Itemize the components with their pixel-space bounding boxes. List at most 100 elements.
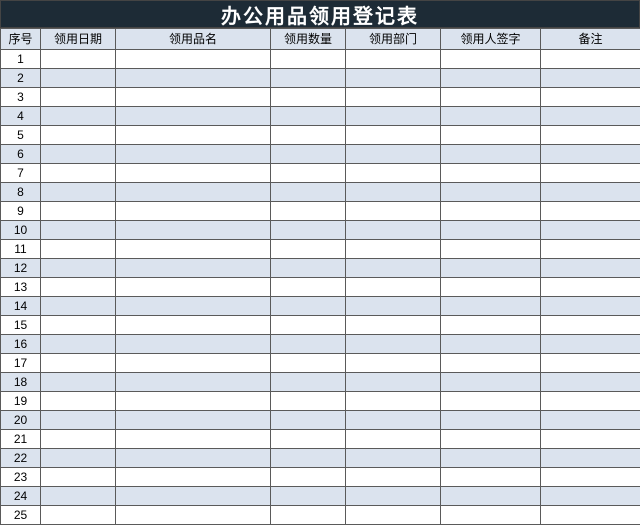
cell-note — [541, 449, 640, 468]
cell-seq: 22 — [1, 449, 41, 468]
cell-name — [116, 468, 271, 487]
cell-name — [116, 506, 271, 525]
table-row: 2 — [1, 69, 640, 88]
cell-sign — [441, 50, 541, 69]
cell-sign — [441, 126, 541, 145]
cell-date — [41, 240, 116, 259]
cell-qty — [271, 221, 346, 240]
cell-dept — [346, 202, 441, 221]
registration-table: 序号 领用日期 领用品名 领用数量 领用部门 领用人签字 备注 12345678… — [0, 28, 640, 525]
cell-qty — [271, 411, 346, 430]
cell-note — [541, 183, 640, 202]
cell-seq: 18 — [1, 373, 41, 392]
cell-seq: 17 — [1, 354, 41, 373]
title-bar: 办公用品领用登记表 — [0, 0, 640, 28]
cell-qty — [271, 316, 346, 335]
cell-dept — [346, 145, 441, 164]
cell-note — [541, 297, 640, 316]
cell-dept — [346, 240, 441, 259]
cell-date — [41, 126, 116, 145]
cell-name — [116, 145, 271, 164]
cell-qty — [271, 297, 346, 316]
cell-date — [41, 183, 116, 202]
cell-date — [41, 259, 116, 278]
cell-sign — [441, 183, 541, 202]
cell-name — [116, 487, 271, 506]
cell-seq: 6 — [1, 145, 41, 164]
cell-qty — [271, 126, 346, 145]
cell-date — [41, 487, 116, 506]
cell-sign — [441, 411, 541, 430]
cell-name — [116, 50, 271, 69]
cell-qty — [271, 240, 346, 259]
cell-date — [41, 50, 116, 69]
table-row: 14 — [1, 297, 640, 316]
cell-note — [541, 240, 640, 259]
cell-name — [116, 392, 271, 411]
cell-seq: 14 — [1, 297, 41, 316]
cell-sign — [441, 373, 541, 392]
table-row: 24 — [1, 487, 640, 506]
cell-sign — [441, 145, 541, 164]
cell-seq: 19 — [1, 392, 41, 411]
table-row: 17 — [1, 354, 640, 373]
cell-seq: 5 — [1, 126, 41, 145]
cell-name — [116, 221, 271, 240]
cell-note — [541, 221, 640, 240]
header-sign: 领用人签字 — [441, 29, 541, 50]
cell-seq: 10 — [1, 221, 41, 240]
cell-sign — [441, 202, 541, 221]
table-row: 18 — [1, 373, 640, 392]
cell-seq: 20 — [1, 411, 41, 430]
cell-date — [41, 202, 116, 221]
cell-qty — [271, 88, 346, 107]
cell-name — [116, 297, 271, 316]
cell-qty — [271, 373, 346, 392]
cell-name — [116, 164, 271, 183]
cell-date — [41, 392, 116, 411]
cell-dept — [346, 107, 441, 126]
page-title: 办公用品领用登记表 — [221, 0, 419, 29]
cell-note — [541, 468, 640, 487]
cell-qty — [271, 202, 346, 221]
cell-name — [116, 430, 271, 449]
cell-qty — [271, 354, 346, 373]
cell-qty — [271, 183, 346, 202]
cell-seq: 25 — [1, 506, 41, 525]
cell-seq: 16 — [1, 335, 41, 354]
cell-note — [541, 506, 640, 525]
cell-date — [41, 164, 116, 183]
cell-dept — [346, 88, 441, 107]
cell-sign — [441, 88, 541, 107]
cell-dept — [346, 468, 441, 487]
cell-qty — [271, 145, 346, 164]
table-row: 20 — [1, 411, 640, 430]
cell-dept — [346, 297, 441, 316]
cell-date — [41, 430, 116, 449]
cell-sign — [441, 107, 541, 126]
header-name: 领用品名 — [116, 29, 271, 50]
cell-seq: 21 — [1, 430, 41, 449]
cell-date — [41, 107, 116, 126]
cell-qty — [271, 430, 346, 449]
header-date: 领用日期 — [41, 29, 116, 50]
cell-sign — [441, 487, 541, 506]
cell-note — [541, 354, 640, 373]
cell-date — [41, 297, 116, 316]
table-row: 21 — [1, 430, 640, 449]
cell-seq: 13 — [1, 278, 41, 297]
cell-sign — [441, 69, 541, 88]
cell-seq: 12 — [1, 259, 41, 278]
cell-note — [541, 69, 640, 88]
cell-date — [41, 506, 116, 525]
cell-sign — [441, 259, 541, 278]
cell-date — [41, 354, 116, 373]
table-row: 13 — [1, 278, 640, 297]
cell-date — [41, 316, 116, 335]
table-row: 9 — [1, 202, 640, 221]
cell-note — [541, 430, 640, 449]
cell-name — [116, 373, 271, 392]
cell-note — [541, 335, 640, 354]
cell-seq: 8 — [1, 183, 41, 202]
table-row: 23 — [1, 468, 640, 487]
